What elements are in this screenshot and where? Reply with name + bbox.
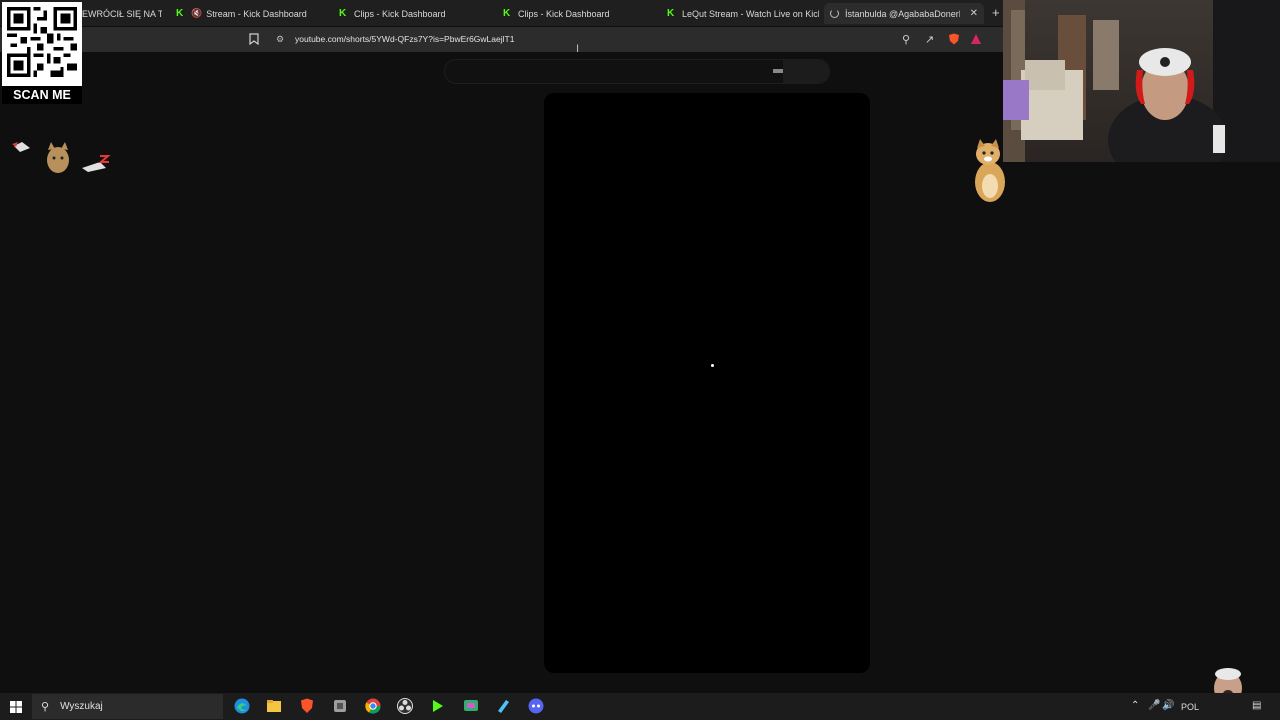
volume-icon[interactable]: 🔊 [1162,700,1174,711]
webcam-feed-icon [1003,0,1280,162]
kick-icon: K [503,8,511,19]
muted-speaker-icon[interactable]: 🔇 [191,8,202,19]
tab-lequt-stream[interactable]: K LeQut Stream - Watch Live on Kick [661,3,819,24]
url-field[interactable]: youtube.com/shorts/5YWd-QFzs7Y?is=PbwEr6… [295,34,514,44]
zoom-icon[interactable]: ⚲ [902,33,910,46]
tray-chevron-icon[interactable]: ⌃ [1131,700,1139,711]
tab-title: Stream - Kick Dashboard [206,8,307,19]
tab-clips-kick-dashboard-1[interactable]: K Clips - Kick Dashboard [333,3,483,24]
tab-stream-kick-dashboard[interactable]: K 🔇 Stream - Kick Dashboard [170,3,320,24]
file-explorer-icon[interactable] [265,697,283,715]
tab-top-partial[interactable]: EWRÓCIŁ SIĘ NA TOP [82,3,162,24]
webcam-overlay [1003,0,1280,162]
windows-start-icon[interactable] [10,701,22,713]
taskbar-search-input[interactable]: ⚲ Wyszukaj [32,694,223,719]
search-placeholder: Wyszukaj [60,701,103,712]
tab-title: Clips - Kick Dashboard [518,8,610,19]
discord-icon[interactable] [527,697,545,715]
edge-icon[interactable] [233,697,251,715]
notepad-icon[interactable] [494,697,512,715]
address-bar: ⚙ youtube.com/shorts/5YWd-QFzs7Y?is=PbwE… [0,27,1003,52]
text-cursor-icon: I [576,43,580,55]
windows-taskbar: ⚲ Wyszukaj ⌃ 🎤 🔊 POL ▤ [0,693,1280,720]
language-indicator[interactable]: POL [1181,702,1199,712]
site-settings-icon[interactable]: ⚙ [276,34,284,45]
close-tab-icon[interactable]: ✕ [970,8,978,19]
microphone-icon[interactable]: 🎤 [1148,700,1160,711]
kick-icon: K [667,8,675,19]
kick-app-icon[interactable] [429,697,447,715]
tab-title: Clips - Kick Dashboard [354,8,446,19]
notifications-icon[interactable]: ▤ [1252,700,1261,711]
sleeping-cat-sticker-icon [12,142,111,173]
youtube-search-button[interactable] [783,60,829,83]
brave-shields-icon[interactable] [948,33,960,45]
qr-code-icon [7,7,77,77]
loading-spinner-icon [711,364,714,367]
tab-clips-kick-dashboard-2[interactable]: K Clips - Kick Dashboard [497,3,647,24]
search-icon: ⚲ [41,701,50,713]
app-icon[interactable] [331,697,349,715]
new-tab-button[interactable]: + [992,5,1000,20]
browser-tab-strip: EWRÓCIŁ SIĘ NA TOP K 🔇 Stream - Kick Das… [0,0,1010,26]
tab-title: İstanbulda @AgababaDonerResi [845,8,960,19]
chrome-icon[interactable] [364,697,382,715]
search-bar-marker [773,69,783,73]
brave-rewards-icon[interactable] [970,33,982,45]
bookmark-icon[interactable] [249,33,259,45]
kick-icon: K [339,8,347,19]
scan-me-label: SCAN ME [2,86,82,104]
tab-istanbulda-active[interactable]: İstanbulda @AgababaDonerResi ✕ [824,3,984,24]
share-icon[interactable]: ↗ [925,33,934,46]
tab-title: EWRÓCIŁ SIĘ NA TOP [82,8,162,19]
qr-code-overlay: SCAN ME [2,2,82,104]
shorts-video-player[interactable] [544,93,870,673]
loading-icon [830,9,839,18]
kick-icon: K [176,8,184,19]
tab-title: LeQut Stream - Watch Live on Kick [682,8,819,19]
chat-app-icon[interactable] [462,697,480,715]
obs-icon[interactable] [396,697,414,715]
brave-icon[interactable] [298,697,316,715]
